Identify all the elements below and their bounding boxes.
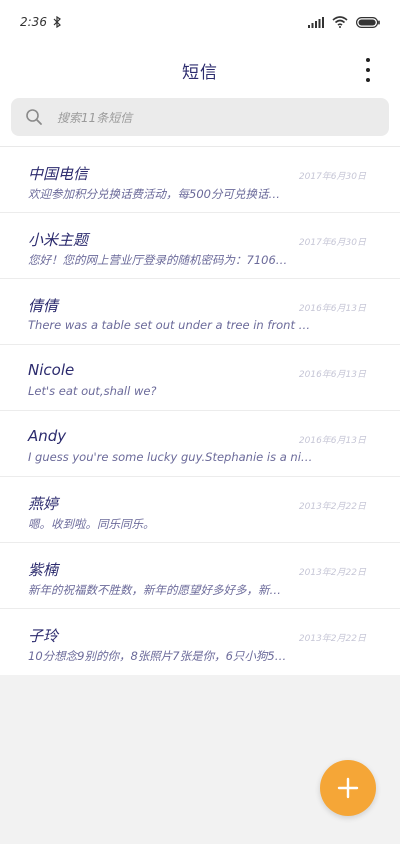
contact-name: 小米主题: [28, 231, 89, 249]
search-input[interactable]: 搜索11条短信: [11, 98, 389, 136]
plus-icon: [337, 777, 359, 799]
message-date: 2016年6月13日: [298, 436, 366, 446]
message-preview: 欢迎参加积分兑换话费活动，每500分可兑换话…: [28, 187, 280, 201]
conversation-list: 中国电信 2017年6月30日 欢迎参加积分兑换话费活动，每500分可兑换话… …: [0, 146, 400, 675]
bluetooth-icon: [53, 16, 61, 28]
conversation-item[interactable]: 小米主题 2017年6月30日 您好！您的网上营业厅登录的随机密码为：7106…: [0, 213, 400, 279]
message-preview: 新年的祝福数不胜数，新年的愿望好多好多，新…: [28, 583, 281, 597]
conversation-item[interactable]: 倩倩 2016年6月13日 There was a table set out …: [0, 279, 400, 345]
message-date: 2016年6月13日: [298, 304, 366, 314]
contact-name: 燕婷: [28, 495, 59, 513]
message-preview: There was a table set out under a tree i…: [28, 318, 311, 332]
contact-name: Nicole: [28, 361, 75, 379]
message-preview: I guess you're some lucky guy.Stephanie …: [28, 450, 313, 464]
message-preview: 10分想念9别的你，8张照片7张是你，6只小狗5…: [28, 649, 287, 663]
menu-dot: [366, 68, 370, 72]
top-area: 2:36 短信 搜索11条短信: [0, 0, 400, 146]
contact-name: Andy: [28, 427, 67, 445]
contact-name: 中国电信: [28, 165, 89, 183]
conversation-item[interactable]: 紫楠 2013年2月22日 新年的祝福数不胜数，新年的愿望好多好多，新…: [0, 543, 400, 609]
message-date: 2013年2月22日: [298, 634, 366, 644]
menu-dot: [366, 78, 370, 82]
message-preview: 您好！您的网上营业厅登录的随机密码为：7106…: [28, 253, 288, 267]
message-date: 2013年2月22日: [298, 502, 366, 512]
sms-screen: 2:36 短信 搜索11条短信 中国电信 2017年6月30日 欢迎参加积分兑换…: [0, 0, 400, 844]
conversation-item[interactable]: 燕婷 2013年2月22日 嗯。收到啦。同乐同乐。: [0, 477, 400, 543]
search-placeholder: 搜索11条短信: [57, 110, 133, 125]
menu-dot: [366, 58, 370, 62]
wifi-icon: [332, 16, 348, 28]
contact-name: 倩倩: [28, 297, 59, 315]
more-vertical-icon[interactable]: [360, 58, 376, 82]
contact-name: 紫楠: [28, 561, 59, 579]
new-message-button[interactable]: [320, 760, 376, 816]
conversation-item[interactable]: Andy 2016年6月13日 I guess you're some luck…: [0, 411, 400, 477]
status-time: 2:36: [20, 15, 47, 29]
signal-icon: [308, 16, 324, 28]
app-header: 短信: [0, 44, 400, 96]
contact-name: 子玲: [28, 627, 59, 645]
search-icon: [26, 109, 42, 125]
status-right: [308, 16, 380, 28]
message-date: 2013年2月22日: [298, 568, 366, 578]
message-date: 2017年6月30日: [298, 172, 366, 182]
conversation-item[interactable]: 中国电信 2017年6月30日 欢迎参加积分兑换话费活动，每500分可兑换话…: [0, 147, 400, 213]
page-title: 短信: [182, 62, 218, 83]
status-left: 2:36: [20, 15, 61, 29]
message-date: 2017年6月30日: [298, 238, 366, 248]
conversation-item[interactable]: 子玲 2013年2月22日 10分想念9别的你，8张照片7张是你，6只小狗5…: [0, 609, 400, 675]
message-date: 2016年6月13日: [298, 370, 366, 380]
search-wrap: 搜索11条短信: [0, 96, 400, 146]
message-preview: Let's eat out,shall we?: [28, 384, 157, 398]
battery-icon: [356, 16, 380, 28]
conversation-item[interactable]: Nicole 2016年6月13日 Let's eat out,shall we…: [0, 345, 400, 411]
message-preview: 嗯。收到啦。同乐同乐。: [28, 517, 155, 531]
status-bar: 2:36: [0, 0, 400, 44]
